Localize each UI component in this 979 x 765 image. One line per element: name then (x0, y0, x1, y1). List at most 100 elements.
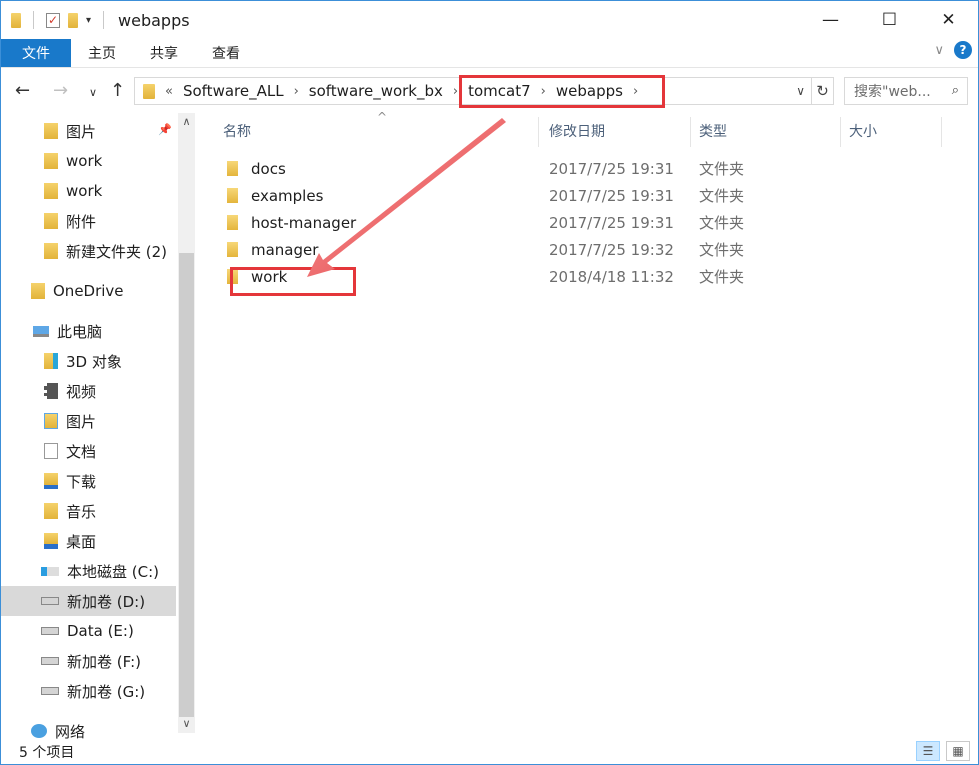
new-folder-icon[interactable] (68, 12, 78, 28)
scroll-down-icon[interactable]: ∨ (178, 717, 195, 730)
folder-icon (11, 12, 21, 28)
address-dropdown-icon[interactable]: ∨ (796, 84, 805, 98)
column-header-type[interactable]: 类型 (699, 113, 727, 149)
file-type: 文件夹 (699, 214, 745, 232)
sidebar-item[interactable]: 视频 (1, 376, 176, 406)
file-type: 文件夹 (699, 187, 745, 205)
network-icon (31, 724, 47, 738)
customize-qat-icon[interactable]: ▾ (86, 15, 91, 26)
onedrive-icon (31, 283, 45, 299)
help-icon[interactable]: ? (954, 41, 972, 59)
sidebar-item-label: 此电脑 (57, 322, 103, 341)
sidebar-item-label: 新加卷 (F:) (67, 652, 141, 671)
breadcrumb-item-software-work-bx[interactable]: software_work_bx (309, 82, 443, 100)
sidebar-item-label: 音乐 (66, 502, 97, 521)
sidebar-item-label: work (66, 182, 103, 200)
close-button[interactable]: ✕ (919, 1, 978, 39)
details-view-icon[interactable]: ☰ (916, 741, 940, 761)
sidebar-item[interactable]: 图片 (1, 116, 176, 146)
tab-share[interactable]: 共享 (133, 39, 195, 67)
column-header-name[interactable]: 名称 (223, 113, 251, 149)
sidebar-item-label: 图片 (66, 122, 97, 141)
folder-icon (227, 161, 238, 176)
table-row[interactable]: docs 2017/7/25 19:31 文件夹 (219, 155, 759, 182)
sidebar-item[interactable]: 文档 (1, 436, 176, 466)
divider (33, 11, 34, 29)
folder-icon (44, 183, 58, 199)
sidebar-item[interactable]: 本地磁盘 (C:) (1, 556, 176, 586)
column-divider[interactable] (690, 117, 691, 147)
sidebar-item[interactable]: 桌面 (1, 526, 176, 556)
file-date: 2017/7/25 19:31 (549, 213, 674, 232)
file-type: 文件夹 (699, 268, 745, 286)
expand-ribbon-icon[interactable]: ∨ (934, 43, 944, 58)
file-name: examples (251, 186, 324, 205)
ribbon-right-controls: ∨ ? (934, 41, 972, 59)
column-divider[interactable] (840, 117, 841, 147)
sort-ascending-icon: ^ (377, 110, 388, 124)
sidebar-item[interactable]: work (1, 146, 176, 176)
minimize-button[interactable]: — (801, 1, 860, 39)
pictures-folder-icon (44, 123, 58, 139)
large-icons-view-icon[interactable]: ▦ (946, 741, 970, 761)
sidebar-item[interactable]: 图片 (1, 406, 176, 436)
sidebar-item[interactable]: 音乐 (1, 496, 176, 526)
pin-icon[interactable]: 📌 (158, 123, 172, 136)
folder-icon (44, 243, 58, 259)
videos-icon (44, 383, 58, 399)
sidebar-item-label: 文档 (66, 442, 97, 461)
tab-file[interactable]: 文件 (1, 39, 71, 67)
file-date: 2017/7/25 19:32 (549, 240, 674, 259)
overflow-chevron-icon[interactable]: « (165, 84, 173, 99)
sidebar-item[interactable]: 3D 对象 (1, 346, 176, 376)
column-divider[interactable] (538, 117, 539, 147)
navigation-pane: 图片 📌 work work 附件新建文件夹 (2) OneDrive 此电脑 3D 对象视频… (1, 113, 197, 743)
file-name: manager (251, 240, 319, 259)
sidebar-scrollbar[interactable]: ∧ ∨ (178, 113, 195, 733)
sidebar-item[interactable]: 新建文件夹 (2) (1, 236, 176, 266)
recent-locations-icon[interactable]: ∨ (89, 86, 97, 99)
sidebar-item[interactable]: 下载 (1, 466, 176, 496)
sidebar-item[interactable]: 新加卷 (G:) (1, 676, 176, 706)
column-header-size[interactable]: 大小 (849, 113, 877, 149)
refresh-button[interactable]: ↻ (812, 77, 834, 105)
back-arrow-icon[interactable]: ← (15, 80, 30, 101)
up-arrow-icon[interactable]: ↑ (110, 80, 125, 101)
sidebar-item-label: Data (E:) (67, 622, 134, 640)
sidebar-item-label: 新建文件夹 (2) (66, 242, 168, 261)
sidebar-item[interactable]: 新加卷 (F:) (1, 646, 176, 676)
sidebar-item-label: work (66, 152, 103, 170)
pc-icon (33, 325, 49, 337)
tab-view[interactable]: 查看 (195, 39, 257, 67)
sidebar-item[interactable]: work (1, 176, 176, 206)
search-icon: ⌕ (951, 83, 959, 98)
chevron-right-icon[interactable]: › (294, 84, 299, 99)
sidebar-item[interactable]: 此电脑 (1, 316, 176, 346)
file-date: 2018/4/18 11:32 (549, 267, 674, 286)
sidebar-item-label: 新加卷 (G:) (67, 682, 146, 701)
maximize-button[interactable]: ☐ (860, 1, 919, 39)
3d-objects-icon (44, 353, 58, 369)
sidebar-item[interactable]: 附件 (1, 206, 176, 236)
sidebar-item[interactable]: 新加卷 (D:) (1, 586, 176, 616)
drive-icon (41, 627, 59, 635)
breadcrumb-item-software-all[interactable]: Software_ALL (183, 82, 284, 100)
folder-icon (44, 213, 58, 229)
sidebar-item-label: 新加卷 (D:) (67, 592, 146, 611)
sidebar-item-label: 3D 对象 (66, 352, 122, 371)
column-divider[interactable] (941, 117, 942, 147)
sidebar-item[interactable]: Data (E:) (1, 616, 176, 646)
table-row[interactable]: examples 2017/7/25 19:31 文件夹 (219, 182, 759, 209)
search-box[interactable]: 搜索"web... ⌕ (844, 77, 968, 105)
column-header-date[interactable]: 修改日期 (549, 113, 605, 149)
table-row[interactable]: manager 2017/7/25 19:32 文件夹 (219, 236, 759, 263)
drive-icon (41, 597, 59, 605)
properties-icon[interactable]: ✓ (46, 12, 60, 28)
tab-home[interactable]: 主页 (71, 39, 133, 67)
sidebar-item[interactable]: OneDrive (1, 276, 176, 306)
chevron-right-icon[interactable]: › (453, 84, 458, 99)
table-row[interactable]: host-manager 2017/7/25 19:31 文件夹 (219, 209, 759, 236)
scrollbar-thumb[interactable] (179, 253, 194, 717)
forward-arrow-icon[interactable]: → (53, 80, 68, 101)
scroll-up-icon[interactable]: ∧ (178, 115, 195, 128)
